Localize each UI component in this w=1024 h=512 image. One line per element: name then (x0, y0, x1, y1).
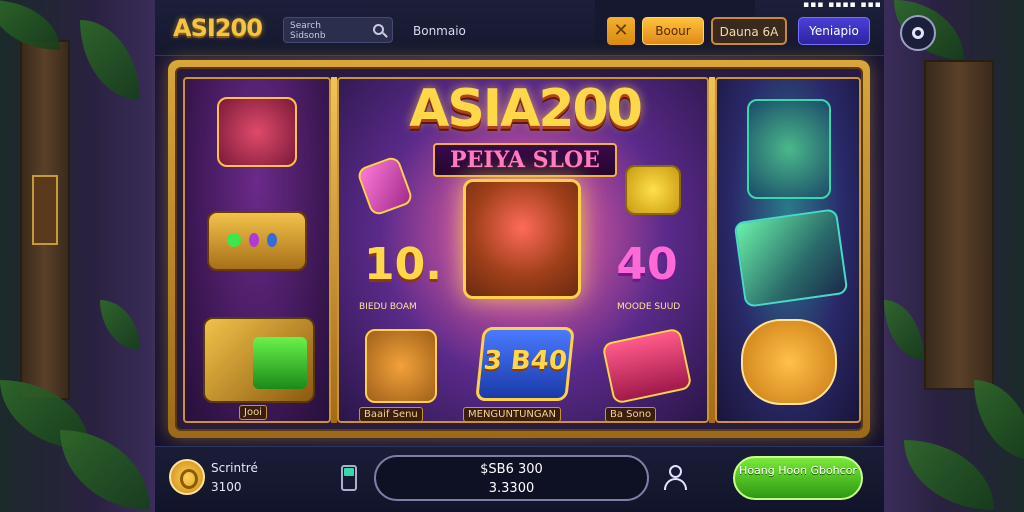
cat-symbol-label: Baaif Senu (359, 407, 423, 422)
coin-icon (169, 459, 205, 495)
bottom-bar: Scrintré 3100 $SB6 300 3.3300 Hoang Hoon… (155, 446, 884, 512)
bet-amount-display[interactable]: $SB6 300 3.3300 (374, 455, 649, 501)
leaf (100, 300, 140, 350)
temple-banner (32, 175, 58, 245)
user-icon[interactable] (663, 465, 689, 491)
blue-shield-symbol: 3 B40 (475, 327, 575, 401)
left-symbol-label: Jooi (239, 405, 267, 420)
slot-machine-inner: Jooi ASIA200 PEIYA SLOE 10. BIEDU BOAM 4… (175, 67, 863, 431)
leaf (884, 300, 924, 360)
helmet-beast-symbol (217, 97, 297, 167)
green-gem-icon (227, 233, 241, 247)
multiplier-right: 40 (616, 239, 678, 290)
reel-right[interactable] (715, 77, 861, 423)
reel-center[interactable]: ASIA200 PEIYA SLOE 10. BIEDU BOAM 40 MOO… (337, 77, 709, 423)
settings-button[interactable] (900, 15, 936, 51)
cat-symbol (365, 329, 437, 403)
search-line-2: Sidsonb (290, 31, 326, 41)
lion-symbol (741, 319, 837, 405)
reel-left[interactable]: Jooi (183, 77, 331, 423)
star-card-symbol (355, 154, 415, 218)
slot-machine-frame: Jooi ASIA200 PEIYA SLOE 10. BIEDU BOAM 4… (168, 60, 870, 438)
leaf (974, 380, 1024, 460)
gear-icon (912, 27, 924, 39)
user-icon-body (664, 478, 687, 490)
bet-amount-top: $SB6 300 (480, 462, 543, 477)
wild-cat-chest-symbol (463, 179, 581, 299)
search-placeholder: Search Sidsonb (290, 21, 326, 41)
multiplier-left: 10. (364, 239, 442, 290)
leaf (0, 0, 60, 50)
bonus-button[interactable]: Boour (642, 17, 704, 45)
close-button[interactable]: ✕ (607, 17, 635, 45)
site-logo[interactable]: ASI200 (173, 14, 263, 42)
gold-gem-symbol (625, 165, 681, 215)
battery-icon (341, 465, 357, 491)
nav-link[interactable]: Bonmaio (413, 24, 466, 38)
scroll-symbol-label: Ba Sono (605, 407, 657, 422)
login-button[interactable]: Dauna 6A (711, 17, 787, 45)
spin-button[interactable]: Hoang Hoon Gbohcor (733, 456, 863, 500)
purple-gem-icon (249, 233, 259, 247)
scroll-symbol (601, 327, 693, 405)
game-screen: ASI200 Search Sidsonb Bonmaio ▪▪▪ ▪▪▪▪ ▪… (0, 0, 1024, 512)
treasure-chest-symbol (203, 317, 315, 403)
right-jungle-backdrop (884, 0, 1024, 512)
user-icon-head (669, 465, 682, 478)
top-indicator: ▪▪▪ ▪▪▪▪ ▪▪▪ (803, 0, 882, 10)
center-symbol-label: MENGUNTUNGAN (463, 407, 561, 422)
leaf (80, 20, 140, 100)
emerald-icon (253, 337, 307, 389)
multiplier-left-label: BIEDU BOAM (359, 302, 417, 312)
temple-pillar (924, 60, 994, 390)
credit-label: Scrintré (211, 461, 258, 475)
credit-value: 3100 (211, 480, 242, 494)
multiplier-right-label: MOODE SUUD (617, 302, 681, 312)
top-bar: ASI200 Search Sidsonb Bonmaio ▪▪▪ ▪▪▪▪ ▪… (155, 0, 884, 56)
register-button[interactable]: Yeniapio (798, 17, 870, 45)
crystal-symbol (733, 208, 849, 308)
leaf (60, 430, 150, 510)
search-input[interactable]: Search Sidsonb (283, 17, 393, 43)
bet-amount-bottom: 3.3300 (488, 481, 535, 496)
gem-chest-symbol (207, 211, 307, 271)
search-line-1: Search (290, 21, 321, 31)
blue-gem-icon (267, 233, 277, 247)
shield-value: 3 B40 (482, 346, 569, 376)
game-title: ASIA200 (409, 79, 643, 139)
game-subtitle: PEIYA SLOE (433, 143, 617, 177)
search-icon[interactable] (373, 24, 384, 35)
left-jungle-backdrop (0, 0, 155, 512)
monster-symbol (747, 99, 831, 199)
leaf (904, 440, 994, 510)
